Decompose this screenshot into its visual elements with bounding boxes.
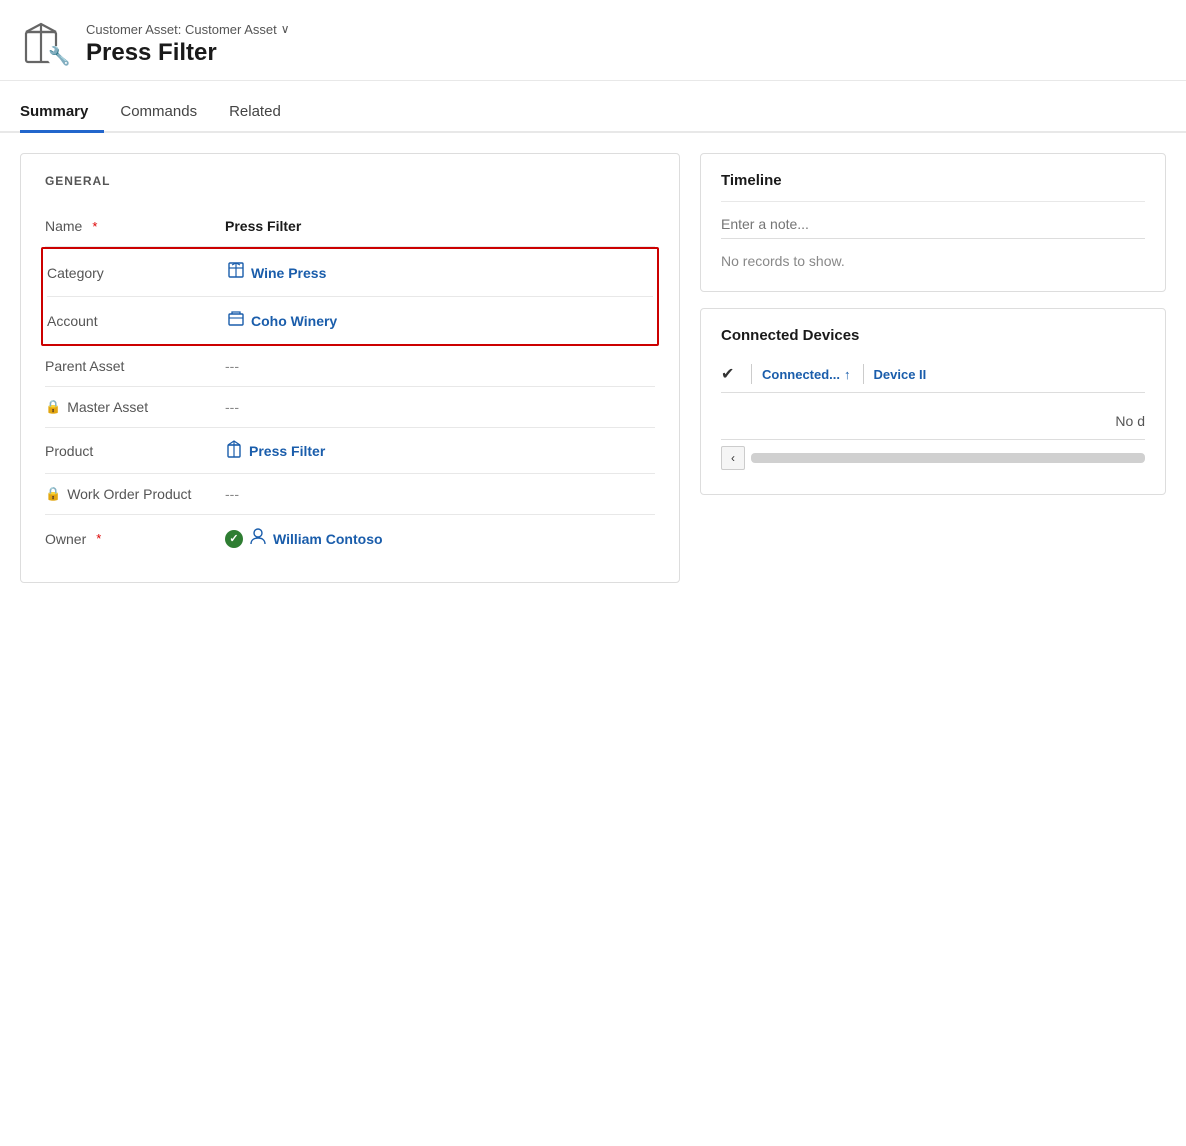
field-value-master-asset: --- (225, 399, 239, 415)
field-label-work-order-product: 🔒 Work Order Product (45, 486, 225, 502)
header-text: Customer Asset: Customer Asset ∨ Press F… (86, 22, 290, 67)
connected-devices-card: Connected Devices ✔ Connected... ↑ Devic… (700, 308, 1166, 495)
page-title: Press Filter (86, 39, 290, 67)
field-row-owner: Owner * ✓ William Contoso (45, 515, 655, 562)
tab-commands[interactable]: Commands (120, 93, 213, 133)
scroll-track[interactable] (751, 453, 1145, 463)
field-value-product[interactable]: Press Filter (225, 440, 325, 461)
field-row-work-order-product: 🔒 Work Order Product --- (45, 474, 655, 515)
timeline-note-input[interactable] (721, 210, 1145, 239)
field-label-name: Name * (45, 218, 225, 234)
field-row-account: Account Coho Winery (47, 297, 653, 344)
lock-icon-master: 🔒 (45, 399, 61, 415)
field-label-parent-asset: Parent Asset (45, 358, 225, 374)
entity-icon: 🔧 (20, 18, 72, 70)
timeline-title: Timeline (721, 172, 1145, 189)
field-value-account[interactable]: Coho Winery (227, 309, 337, 332)
field-label-category: Category (47, 265, 227, 281)
svg-text:🔧: 🔧 (48, 45, 70, 66)
field-value-category[interactable]: Wine Press (227, 261, 326, 284)
devices-col-device-id[interactable]: Device II (874, 367, 927, 382)
account-icon (227, 309, 245, 332)
devices-col-connected[interactable]: Connected... ↑ (762, 367, 851, 382)
highlight-section: Category Wine Press (41, 247, 659, 346)
sort-asc-icon: ↑ (844, 367, 851, 382)
field-value-parent-asset: --- (225, 358, 239, 374)
general-form: GENERAL Name * Press Filter Category (20, 153, 680, 583)
required-star-owner: * (96, 531, 101, 546)
section-title-general: GENERAL (45, 174, 655, 188)
timeline-card: Timeline No records to show. (700, 153, 1166, 292)
tab-bar: Summary Commands Related (0, 91, 1186, 133)
field-value-owner[interactable]: ✓ William Contoso (225, 527, 383, 550)
field-row-category: Category Wine Press (47, 249, 653, 297)
required-star-name: * (92, 219, 97, 234)
tab-related[interactable]: Related (229, 93, 297, 133)
product-icon (225, 440, 243, 461)
connected-devices-title: Connected Devices (721, 327, 1145, 344)
field-row-master-asset: 🔒 Master Asset --- (45, 387, 655, 428)
chevron-down-icon[interactable]: ∨ (281, 22, 290, 36)
tab-summary[interactable]: Summary (20, 93, 104, 133)
breadcrumb-text: Customer Asset: Customer Asset (86, 22, 277, 37)
field-label-master-asset: 🔒 Master Asset (45, 399, 225, 415)
field-label-account: Account (47, 313, 227, 329)
owner-user-icon (249, 527, 267, 550)
field-label-product: Product (45, 443, 225, 459)
field-label-owner: Owner * (45, 531, 225, 547)
category-icon (227, 261, 245, 284)
timeline-no-records: No records to show. (721, 249, 1145, 273)
devices-no-records: No d (721, 397, 1145, 439)
breadcrumb[interactable]: Customer Asset: Customer Asset ∨ (86, 22, 290, 37)
right-panel: Timeline No records to show. Connected D… (700, 153, 1166, 495)
field-row-parent-asset: Parent Asset --- (45, 346, 655, 387)
owner-check-icon: ✓ (225, 530, 243, 548)
field-value-name: Press Filter (225, 218, 301, 234)
scroll-bar-area: ‹ (721, 439, 1145, 476)
field-value-work-order-product: --- (225, 486, 239, 502)
page-header: 🔧 Customer Asset: Customer Asset ∨ Press… (0, 0, 1186, 81)
main-content: GENERAL Name * Press Filter Category (0, 133, 1186, 603)
devices-table-header: ✔ Connected... ↑ Device II (721, 356, 1145, 393)
lock-icon-wop: 🔒 (45, 486, 61, 502)
field-row-name: Name * Press Filter (45, 206, 655, 247)
field-row-product: Product Press Filter (45, 428, 655, 474)
devices-check-col[interactable]: ✔ (721, 364, 751, 384)
scroll-left-button[interactable]: ‹ (721, 446, 745, 470)
